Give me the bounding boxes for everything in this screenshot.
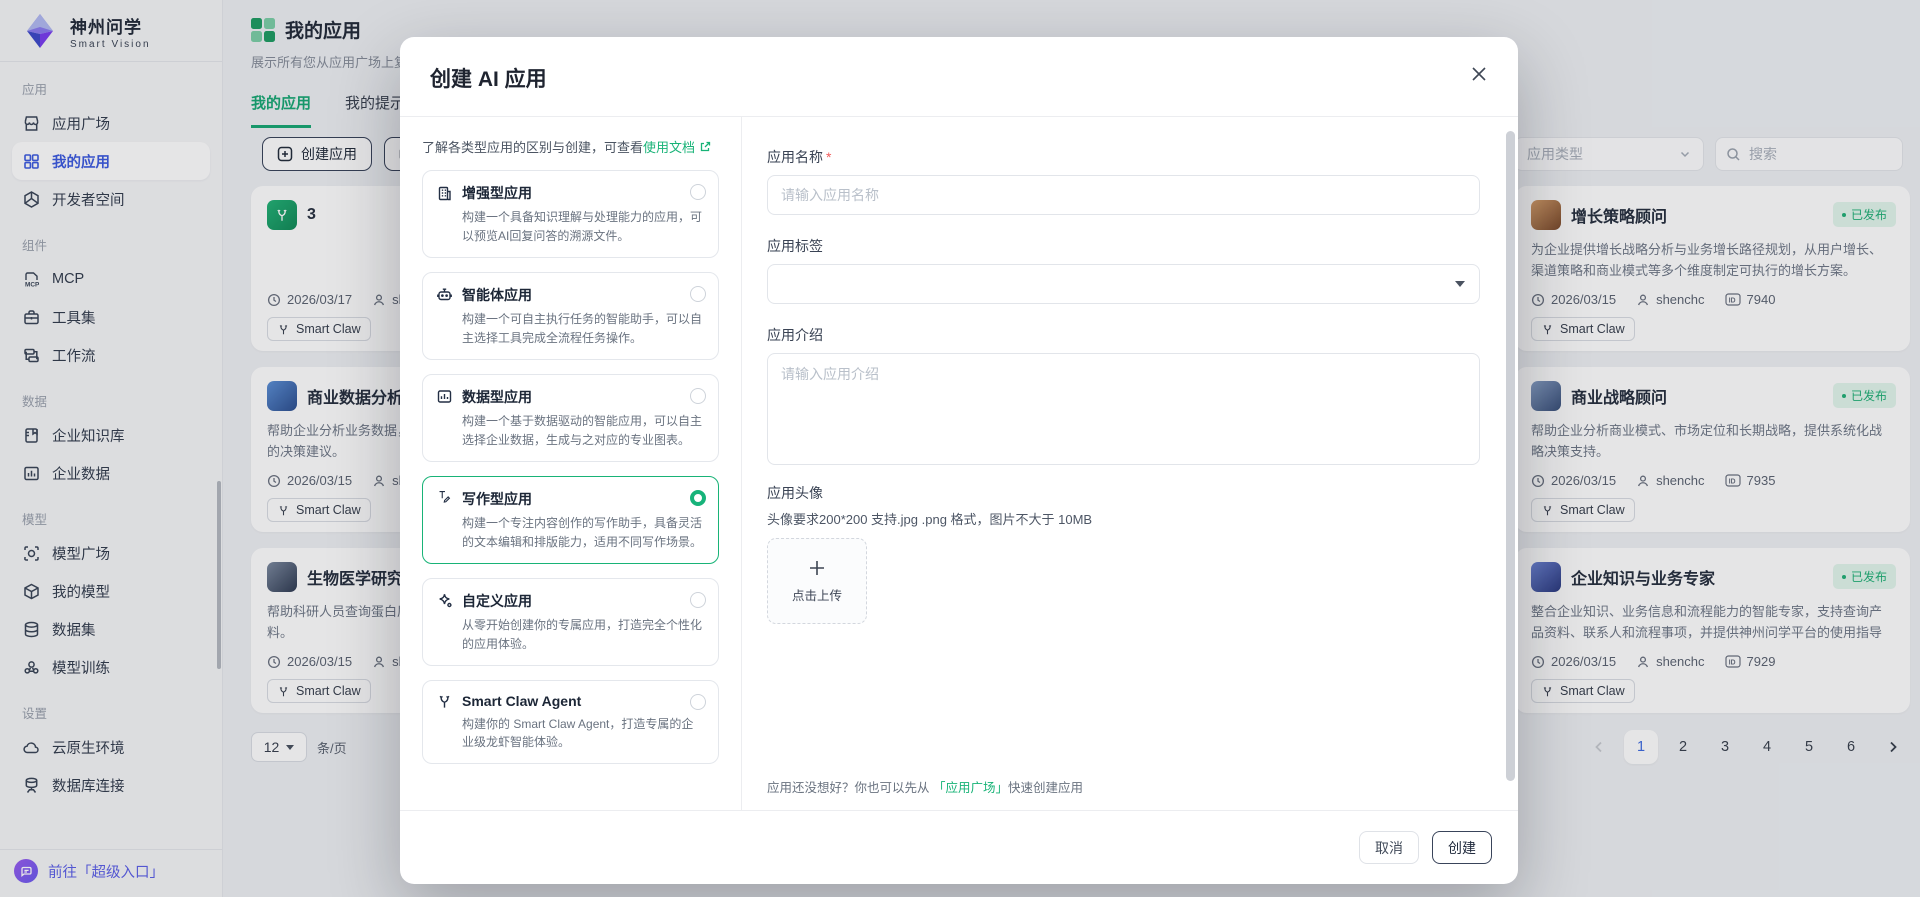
type-name: 自定义应用	[462, 591, 532, 611]
type-desc: 从零开始创建你的专属应用，打造完全个性化的应用体验。	[462, 616, 705, 654]
avatar-hint: 头像要求200*200 支持.jpg .png 格式，图片不大于 10MB	[767, 509, 1480, 528]
app-tag-select[interactable]	[767, 264, 1480, 304]
type-card-data[interactable]: 数据型应用 构建一个基于数据驱动的智能应用，可以自主选择企业数据，生成与之对应的…	[422, 374, 719, 462]
modal-title: 创建 AI 应用	[430, 63, 1488, 93]
radio-unselected[interactable]	[690, 286, 706, 302]
app-name-input[interactable]	[767, 175, 1480, 215]
cancel-button[interactable]: 取消	[1359, 831, 1419, 864]
type-desc: 构建一个专注内容创作的写作助手，具备灵活的文本编辑和排版能力，适用不同写作场景。	[462, 514, 705, 552]
radio-unselected[interactable]	[690, 388, 706, 404]
sparkle-icon	[436, 592, 453, 609]
type-name: Smart Claw Agent	[462, 693, 581, 709]
intro-field-label: 应用介绍	[767, 325, 1480, 345]
type-name: 智能体应用	[462, 285, 532, 305]
app-form-panel: 应用名称* 应用标签 应用介绍 应用头像 头像要求200*200 支持.jpg …	[742, 117, 1518, 810]
required-asterisk: *	[826, 149, 831, 165]
upload-label: 点击上传	[792, 585, 842, 604]
type-desc: 构建一个可自主执行任务的智能助手，可以自主选择工具完成全流程任务操作。	[462, 310, 705, 348]
avatar-field-label: 应用头像	[767, 483, 1480, 503]
claw-icon	[436, 693, 453, 710]
tag-field-label: 应用标签	[767, 236, 1480, 256]
docs-link[interactable]: 使用文档	[643, 140, 695, 155]
radio-unselected[interactable]	[690, 184, 706, 200]
type-desc: 构建你的 Smart Claw Agent，打造专属的企业级龙虾智能体验。	[462, 715, 705, 753]
type-desc: 构建一个具备知识理解与处理能力的应用，可以预览AI回复问答的溯源文件。	[462, 208, 705, 246]
chart-icon	[436, 388, 453, 405]
app-market-link[interactable]: 「应用广场」	[933, 781, 1008, 795]
name-field-label: 应用名称*	[767, 147, 1480, 167]
type-card-smart-claw[interactable]: Smart Claw Agent 构建你的 Smart Claw Agent，打…	[422, 680, 719, 765]
type-card-writing[interactable]: 写作型应用 构建一个专注内容创作的写作助手，具备灵活的文本编辑和排版能力，适用不…	[422, 476, 719, 564]
type-name: 写作型应用	[462, 489, 532, 509]
close-icon[interactable]	[1468, 63, 1492, 87]
building-icon	[436, 185, 453, 202]
type-name: 增强型应用	[462, 183, 532, 203]
modal-scrollbar[interactable]	[1506, 131, 1515, 781]
external-link-icon	[699, 141, 711, 153]
type-card-custom[interactable]: 自定义应用 从零开始创建你的专属应用，打造完全个性化的应用体验。	[422, 578, 719, 666]
modal-footer-hint: 应用还没想好？你也可以先从 「应用广场」快速创建应用	[767, 763, 1480, 796]
robot-icon	[436, 286, 453, 303]
type-desc: 构建一个基于数据驱动的智能应用，可以自主选择企业数据，生成与之对应的专业图表。	[462, 412, 705, 450]
app-type-panel: 了解各类型应用的区别与创建，可查看使用文档 增强型应用 构建一个具备知识理解与处…	[400, 117, 742, 810]
plus-icon	[807, 558, 827, 578]
type-card-agent[interactable]: 智能体应用 构建一个可自主执行任务的智能助手，可以自主选择工具完成全流程任务操作…	[422, 272, 719, 360]
radio-unselected[interactable]	[690, 694, 706, 710]
type-help-text: 了解各类型应用的区别与创建，可查看使用文档	[422, 137, 719, 156]
app-intro-textarea[interactable]	[767, 353, 1480, 465]
writing-icon	[436, 490, 453, 507]
create-app-modal: 创建 AI 应用 了解各类型应用的区别与创建，可查看使用文档 增强型应用 构建一…	[400, 37, 1518, 884]
type-name: 数据型应用	[462, 387, 532, 407]
radio-selected[interactable]	[690, 490, 706, 506]
avatar-upload-box[interactable]: 点击上传	[767, 538, 867, 624]
select-caret-icon	[1455, 281, 1465, 287]
create-button[interactable]: 创建	[1432, 831, 1492, 864]
radio-unselected[interactable]	[690, 592, 706, 608]
type-card-enhanced[interactable]: 增强型应用 构建一个具备知识理解与处理能力的应用，可以预览AI回复问答的溯源文件…	[422, 170, 719, 258]
